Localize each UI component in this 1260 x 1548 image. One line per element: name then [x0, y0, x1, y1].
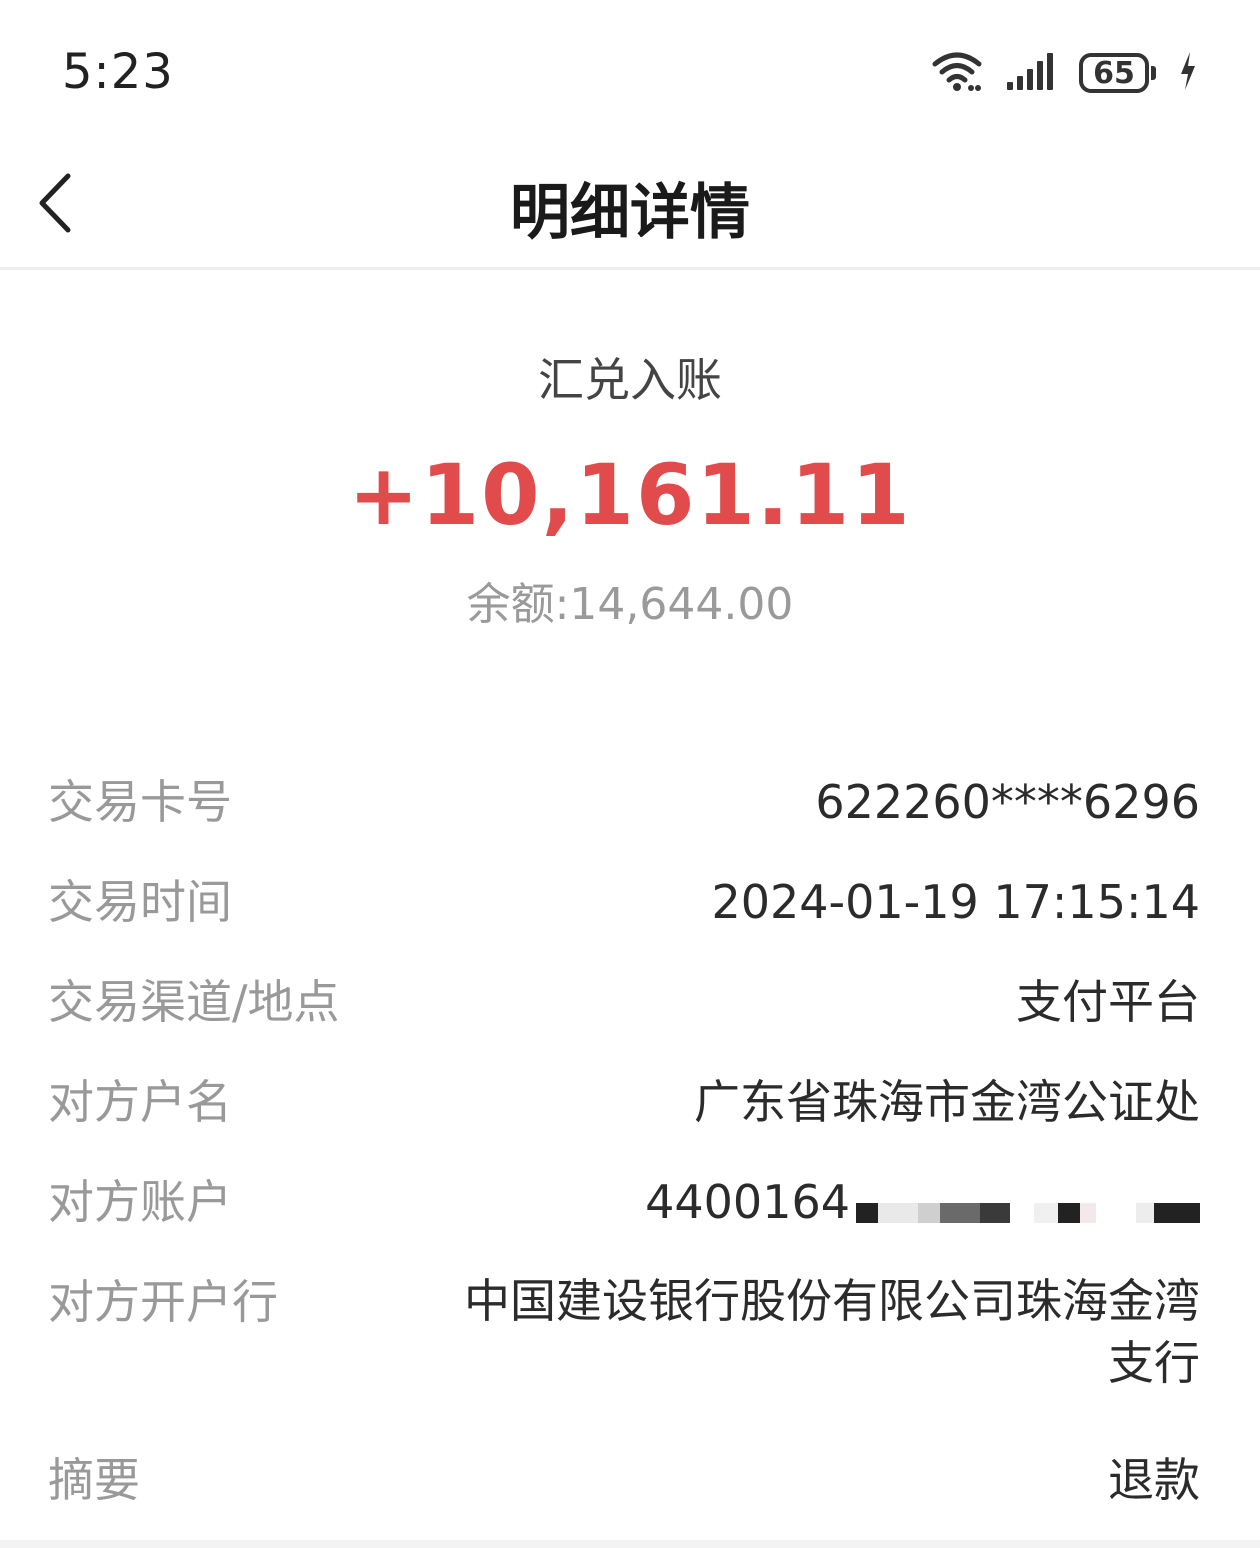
transaction-amount: +10,161.11 [348, 446, 912, 544]
page-title: 明细详情 [510, 178, 750, 248]
battery-level: 65 [1079, 53, 1149, 93]
account-number-masked [856, 1177, 1200, 1227]
detail-row-counterparty-name: 对方户名 广东省珠海市金湾公证处 [48, 1052, 1200, 1152]
status-bar: 5:23 65 [0, 0, 1260, 140]
status-time: 5:23 [62, 44, 174, 100]
status-icons: 65 [931, 48, 1198, 98]
charging-icon [1178, 50, 1198, 96]
detail-label: 交易时间 [48, 875, 232, 929]
detail-label: 交易卡号 [48, 775, 232, 829]
detail-label: 对方开户行 [48, 1275, 278, 1329]
detail-row-memo: 摘要 退款 [48, 1430, 1200, 1530]
detail-value: 广东省珠海市金湾公证处 [694, 1075, 1200, 1129]
detail-row-card-number: 交易卡号 622260****6296 [48, 752, 1200, 852]
detail-value: 支付平台 [1016, 975, 1200, 1029]
detail-label: 对方户名 [48, 1075, 232, 1129]
account-balance: 余额:14,644.00 [466, 579, 794, 630]
detail-row-time: 交易时间 2024-01-19 17:15:14 [48, 852, 1200, 952]
detail-value: 退款 [1108, 1453, 1200, 1507]
detail-label: 对方账户 [48, 1175, 232, 1229]
bottom-divider [0, 1540, 1260, 1548]
detail-value: 2024-01-19 17:15:14 [711, 875, 1200, 929]
detail-label: 交易渠道/地点 [48, 975, 340, 1029]
detail-value-account: 4400164 [645, 1152, 1200, 1252]
detail-value: 中国建设银行股份有限公司珠海金湾支行 [464, 1274, 1200, 1390]
detail-label: 摘要 [48, 1453, 140, 1507]
nav-bar: 明细详情 [0, 140, 1260, 270]
account-number-visible: 4400164 [645, 1175, 850, 1229]
transaction-summary: 汇兑入账 +10,161.11 余额:14,644.00 [0, 340, 1260, 640]
detail-value: 622260****6296 [815, 775, 1200, 829]
wifi-icon [931, 50, 983, 96]
transaction-details: 交易卡号 622260****6296 交易时间 2024-01-19 17:1… [48, 752, 1200, 1530]
transaction-type: 汇兑入账 [538, 353, 722, 407]
detail-row-channel: 交易渠道/地点 支付平台 [48, 952, 1200, 1052]
battery-icon: 65 [1079, 53, 1156, 93]
detail-row-counterparty-bank: 对方开户行 中国建设银行股份有限公司珠海金湾支行 [48, 1252, 1200, 1394]
signal-icon [1005, 50, 1057, 96]
detail-row-counterparty-account: 对方账户 4400164 [48, 1152, 1200, 1252]
